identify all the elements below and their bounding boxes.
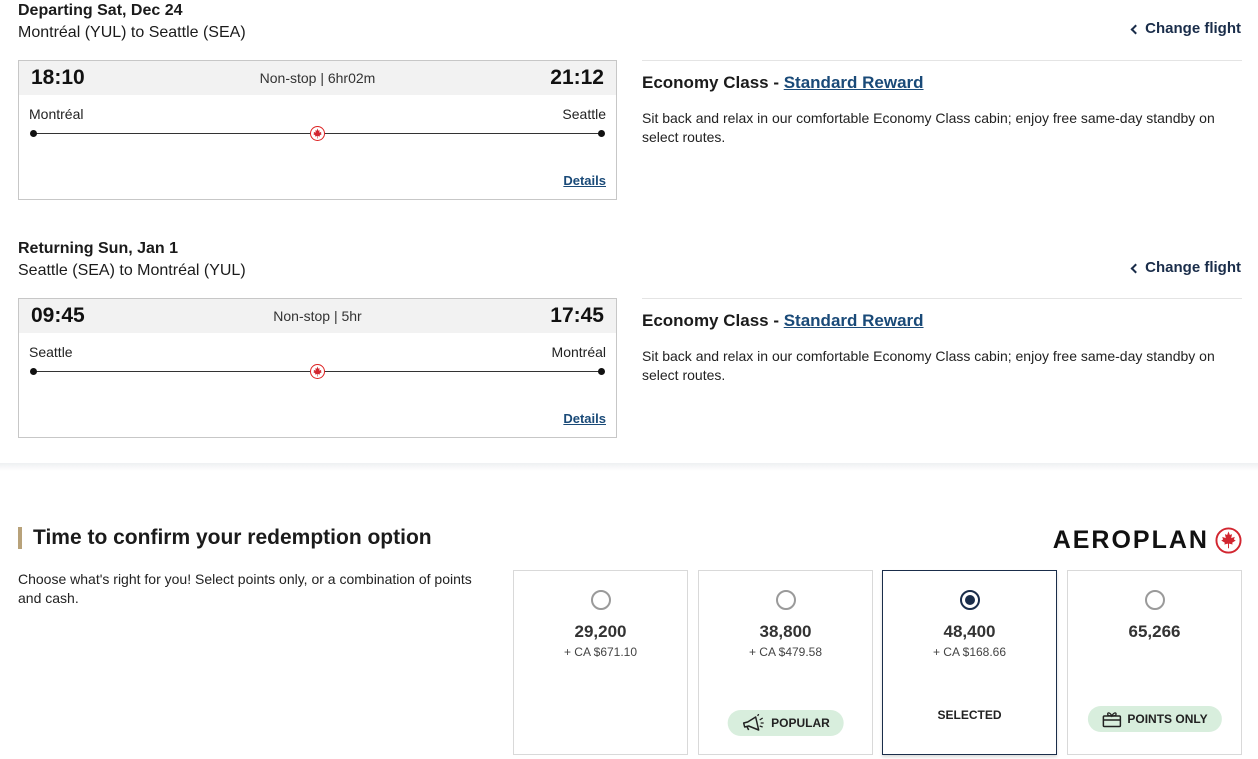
flight-duration: Non-stop | 5hr <box>273 308 362 324</box>
option-cash: + CA $168.66 <box>932 645 1007 659</box>
flight-card-header: 09:45 Non-stop | 5hr 17:45 <box>19 299 616 333</box>
flight-duration: Non-stop | 6hr02m <box>259 70 376 86</box>
option-points: 48,400 <box>943 622 996 641</box>
cabin-title: Economy Class - Standard Reward <box>642 311 1242 331</box>
route-line <box>30 364 605 379</box>
section-divider <box>0 463 1258 471</box>
badge-label: POINTS ONLY <box>1127 712 1208 726</box>
cabin-class: Economy Class - <box>642 311 784 330</box>
departing-date: Departing Sat, Dec 24 <box>18 2 183 19</box>
returning-route: Seattle (SEA) to Montréal (YUL) <box>18 262 246 279</box>
departing-flight-card: 18:10 Non-stop | 6hr02m 21:12 Montréal S… <box>18 60 617 200</box>
departing-route: Montréal (YUL) to Seattle (SEA) <box>18 24 246 41</box>
departing-heading: Departing Sat, Dec 24 Montréal (YUL) to … <box>18 0 246 44</box>
cabin-class: Economy Class - <box>642 73 784 92</box>
fare-type-link[interactable]: Standard Reward <box>784 311 924 330</box>
cabin-description: Sit back and relax in our comfortable Ec… <box>642 110 1215 145</box>
change-flight-label: Change flight <box>1145 259 1241 276</box>
change-flight-departing-button[interactable]: Change flight <box>1130 20 1241 37</box>
chevron-left-icon <box>1130 263 1141 273</box>
aeroplan-wordmark: AEROPLAN <box>1052 526 1209 554</box>
departing-cabin-panel: Economy Class - Standard Reward Sit back… <box>642 60 1242 147</box>
change-flight-returning-button[interactable]: Change flight <box>1130 259 1241 276</box>
destination-city: Montréal <box>551 344 606 360</box>
returning-flight-card: 09:45 Non-stop | 5hr 17:45 Seattle Montr… <box>18 298 617 438</box>
radio-button[interactable] <box>775 590 796 610</box>
redemption-title: Time to confirm your redemption option <box>18 526 432 549</box>
radio-button[interactable] <box>590 590 611 610</box>
destination-dot <box>598 130 605 137</box>
route-line <box>30 126 605 141</box>
flight-details-link[interactable]: Details <box>563 173 606 188</box>
redemption-option-3[interactable]: 48,400 + CA $168.66 SELECTED <box>882 570 1057 755</box>
option-points: 29,200 <box>574 622 627 641</box>
chevron-left-icon <box>1130 24 1141 34</box>
destination-dot <box>598 368 605 375</box>
badge-label: POPULAR <box>771 716 830 730</box>
arrive-time: 17:45 <box>550 304 604 327</box>
origin-dot <box>30 130 37 137</box>
depart-time: 09:45 <box>31 304 85 327</box>
flight-cities: Seattle Montréal <box>29 344 606 360</box>
option-cash: + CA $479.58 <box>748 645 823 659</box>
itinerary-section: Departing Sat, Dec 24 Montréal (YUL) to … <box>0 0 1258 463</box>
aeroplan-logo: AEROPLAN <box>1053 526 1242 555</box>
fare-type-link[interactable]: Standard Reward <box>784 73 924 92</box>
radio-button-selected[interactable] <box>959 590 980 610</box>
depart-time: 18:10 <box>31 66 85 89</box>
gift-card-icon <box>1102 711 1121 727</box>
maple-leaf-roundel-icon <box>1215 527 1242 554</box>
flight-card-header: 18:10 Non-stop | 6hr02m 21:12 <box>19 61 616 95</box>
redemption-option-4[interactable]: 65,266 POINTS ONLY <box>1067 570 1242 755</box>
origin-city: Montréal <box>29 106 84 122</box>
returning-cabin-panel: Economy Class - Standard Reward Sit back… <box>642 298 1242 385</box>
change-flight-label: Change flight <box>1145 20 1241 37</box>
origin-city: Seattle <box>29 344 73 360</box>
destination-city: Seattle <box>562 106 606 122</box>
arrive-time: 21:12 <box>550 66 604 89</box>
redemption-option-1[interactable]: 29,200 + CA $671.10 <box>513 570 688 755</box>
option-cash: + CA $671.10 <box>563 645 638 659</box>
points-only-badge: POINTS ONLY <box>1087 706 1222 732</box>
flight-details-link[interactable]: Details <box>563 411 606 426</box>
cabin-title: Economy Class - Standard Reward <box>642 73 1242 93</box>
returning-heading: Returning Sun, Jan 1 Seattle (SEA) to Mo… <box>18 238 246 282</box>
option-points: 65,266 <box>1128 622 1181 641</box>
selected-label: SELECTED <box>937 708 1002 722</box>
popular-badge: POPULAR <box>727 710 844 736</box>
radio-button[interactable] <box>1144 590 1165 610</box>
origin-dot <box>30 368 37 375</box>
returning-date: Returning Sun, Jan 1 <box>18 240 179 257</box>
megaphone-icon <box>742 714 764 731</box>
maple-leaf-icon <box>310 364 325 379</box>
flight-cities: Montréal Seattle <box>29 106 606 122</box>
cabin-description: Sit back and relax in our comfortable Ec… <box>642 348 1215 383</box>
maple-leaf-icon <box>310 126 325 141</box>
option-points: 38,800 <box>759 622 812 641</box>
redemption-subtitle: Choose what's right for you! Select poin… <box>18 571 472 606</box>
redemption-option-2[interactable]: 38,800 + CA $479.58 POPULAR <box>698 570 873 755</box>
